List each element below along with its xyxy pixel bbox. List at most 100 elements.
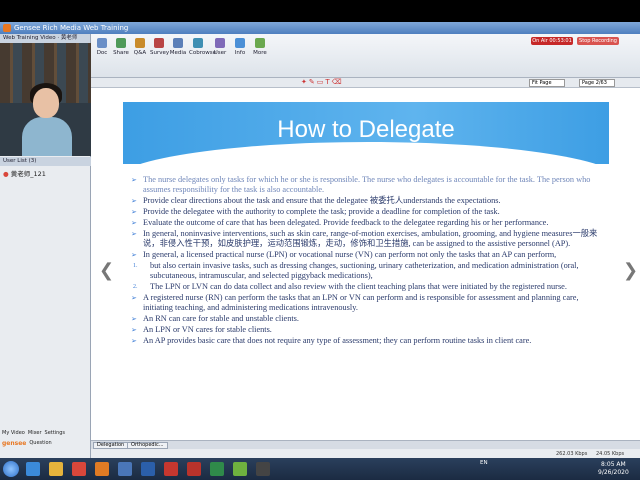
slide-bullet-item: ➢ A registered nurse (RN) can perform the… <box>131 293 609 313</box>
survey-button[interactable]: Survey <box>150 38 169 56</box>
clock-time: 8:05 AM <box>601 461 626 468</box>
left-panel-footer: My Video Mixer Settings gensee Question <box>0 428 91 458</box>
bullet-text: Evaluate the outcome of care that has be… <box>143 218 549 227</box>
presenter-face <box>33 88 59 118</box>
bullet-marker: ➢ <box>131 219 137 227</box>
slide-bullet-item: ➢ Provide clear directions about the task… <box>131 196 609 206</box>
stop-recording-button[interactable]: Stop Recording <box>577 37 619 45</box>
tab-delegation[interactable]: Delegation <box>93 442 129 449</box>
qa-icon <box>135 38 145 48</box>
slide: How to Delegate ➢ The nurse delegates onl… <box>113 102 623 422</box>
bullet-marker: ➢ <box>131 176 137 184</box>
slide-bullet-item: ➢ Provide the delegatee with the authorit… <box>131 207 609 217</box>
user-list-header[interactable]: User List (3) <box>0 157 91 166</box>
bullet-text: In general, noninvasive interventions, s… <box>143 229 598 248</box>
download-rate: 262.03 Kbps <box>556 451 588 457</box>
taskbar-chrome-icon[interactable] <box>72 462 86 476</box>
slide-bullet-item: 1. but also certain invasive tasks, such … <box>131 261 609 281</box>
info-button[interactable]: Info <box>231 38 249 56</box>
taskbar-explorer-icon[interactable] <box>118 462 132 476</box>
bullet-text: In general, a licensed practical nurse (… <box>143 250 557 259</box>
more-button[interactable]: More <box>251 38 269 56</box>
user-name: 黄老师_121 <box>10 170 46 178</box>
window-title: Gensee Rich Media Web Training <box>14 24 129 32</box>
document-tabs: Delegation Orthopedic... <box>91 440 640 449</box>
share-button[interactable]: Share <box>112 38 130 56</box>
bullet-marker: ➢ <box>131 326 137 334</box>
bullet-text: but also certain invasive tasks, such as… <box>150 261 579 280</box>
taskbar-ie-icon[interactable] <box>26 462 40 476</box>
bullet-text: Provide clear directions about the task … <box>143 196 501 205</box>
share-icon <box>116 38 126 48</box>
question-button[interactable]: Question <box>29 440 51 447</box>
qa-button[interactable]: Q&A <box>131 38 149 56</box>
language-indicator[interactable]: EN <box>480 460 488 466</box>
slide-bullet-item: ➢ In general, noninvasive interventions, … <box>131 229 609 249</box>
eraser-icon[interactable]: ⌫ <box>332 78 344 86</box>
main-toolbar: Doc Share Q&A Survey Media Cobrowse User… <box>91 34 640 78</box>
zoom-select[interactable]: Fit Page <box>529 79 565 87</box>
pointer-icon[interactable]: ✦ <box>301 78 309 86</box>
settings-button[interactable]: Settings <box>45 430 66 436</box>
mixer-button[interactable]: Mixer <box>28 430 42 436</box>
bullet-text: An AP provides basic care that does not … <box>143 336 532 345</box>
slide-bullet-item: ➢ Evaluate the outcome of care that has b… <box>131 218 609 228</box>
slide-bullet-item: ➢ In general, a licensed practical nurse … <box>131 250 609 260</box>
taskbar-word-icon[interactable] <box>141 462 155 476</box>
bullet-marker: ➢ <box>131 315 137 323</box>
next-page-arrow-icon[interactable]: ❯ <box>623 260 638 281</box>
taskbar-excel-icon[interactable] <box>210 462 224 476</box>
bullet-marker: ➢ <box>131 294 137 302</box>
previous-page-arrow-icon[interactable]: ❮ <box>99 260 114 281</box>
taskbar-gensee-icon[interactable] <box>233 462 247 476</box>
taskbar-app-icon[interactable] <box>256 462 270 476</box>
bullet-text: The LPN or LVN can do data collect and a… <box>150 282 567 291</box>
bullet-text: The nurse delegates only tasks for which… <box>143 175 591 194</box>
doc-icon <box>97 38 107 48</box>
slide-bullet-item: ➢ An AP provides basic care that does not… <box>131 336 609 346</box>
on-air-indicator[interactable]: On Air 00:53:01 <box>531 37 573 45</box>
bullet-text: Provide the delegatee with the authority… <box>143 207 500 216</box>
taskbar-pdf-icon[interactable] <box>164 462 178 476</box>
media-button[interactable]: Media <box>169 38 187 56</box>
slide-bullet-item: ➢ An LPN or VN cares for stable clients. <box>131 325 609 335</box>
slide-title: How to Delegate <box>277 116 455 143</box>
slide-bullet-list: ➢ The nurse delegates only tasks for whic… <box>131 175 609 347</box>
bullet-text: A registered nurse (RN) can perform the … <box>143 293 579 312</box>
bullet-marker: ➢ <box>131 208 137 216</box>
bullet-text: An RN can care for stable and unstable c… <box>143 314 299 323</box>
pen-icon[interactable]: ✎ <box>309 78 317 86</box>
presenter-body <box>22 117 72 156</box>
media-icon <box>173 38 183 48</box>
bullet-marker: ➢ <box>131 230 137 238</box>
tab-orthopedic[interactable]: Orthopedic... <box>127 442 168 449</box>
annotation-tools[interactable]: ✦✎▭T⌫ <box>301 78 344 87</box>
doc-button[interactable]: Doc <box>93 38 111 56</box>
upload-rate: 24.05 Kbps <box>596 451 625 457</box>
my-video-button[interactable]: My Video <box>2 430 25 436</box>
system-tray: EN <box>480 460 488 466</box>
video-panel-header: Web Training Video · 黄老师_121 <box>0 34 90 50</box>
user-button[interactable]: User <box>211 38 229 56</box>
info-icon <box>235 38 245 48</box>
survey-icon <box>154 38 164 48</box>
cobrowse-icon <box>193 38 203 48</box>
slide-bullet-item: ➢ The nurse delegates only tasks for whic… <box>131 175 609 195</box>
more-icon <box>255 38 265 48</box>
bullet-marker: ➢ <box>131 197 137 205</box>
document-viewer: ❮ ❯ How to Delegate ➢ The nurse delegates… <box>91 88 640 440</box>
start-button-icon[interactable] <box>3 461 19 477</box>
bullet-text: An LPN or VN cares for stable clients. <box>143 325 272 334</box>
title-bar: Gensee Rich Media Web Training <box>0 22 640 34</box>
page-select[interactable]: Page 2/63 <box>579 79 615 87</box>
user-icon <box>215 38 225 48</box>
taskbar-media-icon[interactable] <box>95 462 109 476</box>
user-list-item[interactable]: ● 黄老师_121 <box>3 168 46 178</box>
taskbar-clock[interactable]: 8:05 AM 9/26/2020 <box>598 461 629 477</box>
cobrowse-button[interactable]: Cobrowse <box>189 38 216 56</box>
windows-taskbar: EN 8:05 AM 9/26/2020 <box>0 458 640 480</box>
brand-logo: gensee <box>2 440 27 447</box>
status-bar: 262.03 Kbps 24.05 Kbps <box>91 449 640 458</box>
taskbar-pdf2-icon[interactable] <box>187 462 201 476</box>
taskbar-folder-icon[interactable] <box>49 462 63 476</box>
